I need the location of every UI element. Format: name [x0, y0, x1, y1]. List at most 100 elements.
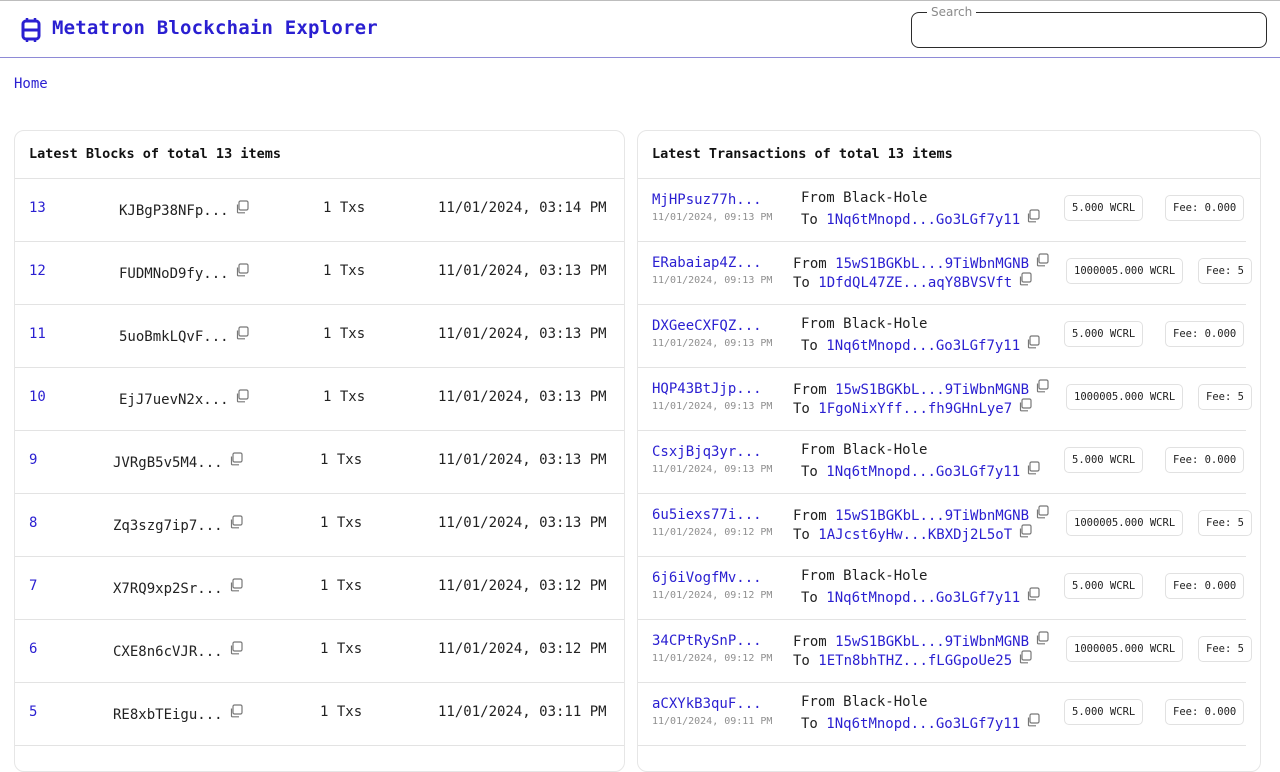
copy-icon[interactable]: [1035, 379, 1049, 393]
block-tx-count: 1 Txs: [320, 578, 363, 594]
fee-badge: Fee: 0.000: [1165, 573, 1245, 599]
transaction-row[interactable]: 34CPtRySnP... 11/01/2024, 09:12 PM From 15…: [638, 620, 1252, 683]
block-number-link[interactable]: 13: [29, 200, 46, 216]
transaction-hash-link[interactable]: 6j6iVogfMv...: [652, 570, 762, 586]
block-number-link[interactable]: 5: [29, 704, 37, 720]
copy-icon[interactable]: [229, 515, 243, 529]
block-number-link[interactable]: 10: [29, 389, 46, 405]
block-number-link[interactable]: 12: [29, 263, 46, 279]
copy-icon[interactable]: [1026, 209, 1040, 223]
copy-icon[interactable]: [1018, 272, 1032, 286]
amount-badge: 5.000 WCRL: [1064, 699, 1144, 725]
copy-icon[interactable]: [1018, 650, 1032, 664]
from-line: From 15wS1BGKbL...9TiWbnMGNB: [793, 253, 1049, 272]
block-hash-text: CXE8n6cVJR...: [113, 644, 223, 660]
latest-transactions-title: Latest Transactions of total 13 items: [652, 146, 953, 162]
copy-icon[interactable]: [1018, 524, 1032, 538]
copy-icon[interactable]: [1035, 253, 1049, 267]
block-timestamp: 11/01/2024, 03:13 PM: [438, 326, 607, 342]
search-box[interactable]: Search: [911, 5, 1267, 48]
transaction-hash-link[interactable]: CsxjBjq3yr...: [652, 444, 762, 460]
block-number-link[interactable]: 11: [29, 326, 46, 342]
block-timestamp: 11/01/2024, 03:14 PM: [438, 200, 607, 216]
search-input[interactable]: [922, 19, 1256, 43]
copy-icon[interactable]: [229, 641, 243, 655]
search-label: Search: [927, 5, 977, 19]
block-tx-count: 1 Txs: [323, 200, 366, 216]
breadcrumb-home[interactable]: Home: [14, 76, 48, 92]
from-address-link[interactable]: 15wS1BGKbL...9TiWbnMGNB: [835, 508, 1029, 524]
to-address-link[interactable]: 1FgoNixYff...fh9GHnLye7: [818, 401, 1012, 417]
transaction-row[interactable]: 6j6iVogfMv... 11/01/2024, 09:12 PM From Bl…: [638, 557, 1246, 620]
transaction-row[interactable]: ERabaiap4Z... 11/01/2024, 09:13 PM From 15…: [638, 242, 1252, 305]
to-address-link[interactable]: 1AJcst6yHw...KBXDj2L5oT: [818, 527, 1012, 543]
amount-badge: 1000005.000 WCRL: [1066, 636, 1184, 662]
copy-icon[interactable]: [1026, 713, 1040, 727]
to-address-link[interactable]: 1Nq6tMnopd...Go3LGf7y11: [826, 590, 1020, 606]
from-label: From: [801, 190, 835, 206]
transaction-hash-link[interactable]: MjHPsuz77h...: [652, 192, 762, 208]
transaction-row[interactable]: DXGeeCXFQZ... 11/01/2024, 09:13 PM From Bl…: [638, 305, 1246, 368]
block-row[interactable]: 10 EjJ7uevN2x... 1 Txs 11/01/2024, 03:13 PM: [15, 368, 624, 431]
transaction-row[interactable]: MjHPsuz77h... 11/01/2024, 09:13 PM From Bl…: [638, 179, 1246, 242]
block-row[interactable]: 9 JVRgB5v5M4... 1 Txs 11/01/2024, 03:13 PM: [15, 431, 624, 494]
copy-icon[interactable]: [1018, 398, 1032, 412]
block-hash-text: FUDMNoD9fy...: [119, 266, 229, 282]
from-label: From: [801, 568, 835, 584]
block-row[interactable]: 12 FUDMNoD9fy... 1 Txs 11/01/2024, 03:13 PM: [15, 242, 624, 305]
block-row[interactable]: 11 5uoBmkLQvF... 1 Txs 11/01/2024, 03:13 PM: [15, 305, 624, 368]
from-address-link[interactable]: 15wS1BGKbL...9TiWbnMGNB: [835, 634, 1029, 650]
to-label: To: [793, 527, 810, 543]
brand-title[interactable]: Metatron Blockchain Explorer: [52, 17, 378, 39]
transaction-row[interactable]: aCXYkB3quF... 11/01/2024, 09:11 PM From Bl…: [638, 683, 1246, 746]
transaction-timestamp: 11/01/2024, 09:13 PM: [652, 464, 773, 475]
block-number-link[interactable]: 6: [29, 641, 37, 657]
to-line: To 1Nq6tMnopd...Go3LGf7y11: [801, 335, 1040, 354]
amount-badge: 5.000 WCRL: [1064, 573, 1144, 599]
block-hash: EjJ7uevN2x...: [119, 389, 249, 408]
block-timestamp: 11/01/2024, 03:12 PM: [438, 641, 607, 657]
blockchain-logo-icon[interactable]: [20, 18, 42, 42]
transaction-hash-link[interactable]: ERabaiap4Z...: [652, 255, 762, 271]
to-line: To 1ETn8bhTHZ...fLGGpoUe25: [793, 650, 1032, 669]
to-address-link[interactable]: 1Nq6tMnopd...Go3LGf7y11: [826, 338, 1020, 354]
block-number-link[interactable]: 9: [29, 452, 37, 468]
copy-icon[interactable]: [1026, 587, 1040, 601]
copy-icon[interactable]: [229, 578, 243, 592]
copy-icon[interactable]: [1026, 461, 1040, 475]
copy-icon[interactable]: [235, 263, 249, 277]
copy-icon[interactable]: [235, 200, 249, 214]
copy-icon[interactable]: [1035, 631, 1049, 645]
transaction-hash-link[interactable]: DXGeeCXFQZ...: [652, 318, 762, 334]
to-address-link[interactable]: 1DfdQL47ZE...aqY8BVSVft: [818, 275, 1012, 291]
copy-icon[interactable]: [1026, 335, 1040, 349]
from-address-link[interactable]: 15wS1BGKbL...9TiWbnMGNB: [835, 256, 1029, 272]
transaction-row[interactable]: 6u5iexs77i... 11/01/2024, 09:12 PM From 15…: [638, 494, 1252, 557]
transaction-timestamp: 11/01/2024, 09:11 PM: [652, 716, 773, 727]
transaction-row[interactable]: HQP43BtJjp... 11/01/2024, 09:13 PM From 15…: [638, 368, 1252, 431]
to-address-link[interactable]: 1Nq6tMnopd...Go3LGf7y11: [826, 464, 1020, 480]
transaction-hash-link[interactable]: 34CPtRySnP...: [652, 633, 762, 649]
transaction-row[interactable]: CsxjBjq3yr... 11/01/2024, 09:13 PM From Bl…: [638, 431, 1246, 494]
copy-icon[interactable]: [229, 704, 243, 718]
copy-icon[interactable]: [235, 326, 249, 340]
copy-icon[interactable]: [235, 389, 249, 403]
block-number-link[interactable]: 7: [29, 578, 37, 594]
block-row[interactable]: 13 KJBgP38NFp... 1 Txs 11/01/2024, 03:14 PM: [15, 179, 624, 242]
transaction-hash-link[interactable]: aCXYkB3quF...: [652, 696, 762, 712]
transaction-hash-link[interactable]: 6u5iexs77i...: [652, 507, 762, 523]
transaction-timestamp: 11/01/2024, 09:12 PM: [652, 590, 773, 601]
block-row[interactable]: 5 RE8xbTEigu... 1 Txs 11/01/2024, 03:11 PM: [15, 683, 624, 746]
block-row[interactable]: 8 Zq3szg7ip7... 1 Txs 11/01/2024, 03:13 PM: [15, 494, 624, 557]
transaction-hash-link[interactable]: HQP43BtJjp...: [652, 381, 762, 397]
block-number-link[interactable]: 8: [29, 515, 37, 531]
to-address-link[interactable]: 1Nq6tMnopd...Go3LGf7y11: [826, 212, 1020, 228]
transaction-timestamp: 11/01/2024, 09:13 PM: [652, 212, 773, 223]
from-address-link[interactable]: 15wS1BGKbL...9TiWbnMGNB: [835, 382, 1029, 398]
block-row[interactable]: 7 X7RQ9xp2Sr... 1 Txs 11/01/2024, 03:12 PM: [15, 557, 624, 620]
to-address-link[interactable]: 1ETn8bhTHZ...fLGGpoUe25: [818, 653, 1012, 669]
block-row[interactable]: 6 CXE8n6cVJR... 1 Txs 11/01/2024, 03:12 PM: [15, 620, 624, 683]
copy-icon[interactable]: [1035, 505, 1049, 519]
copy-icon[interactable]: [229, 452, 243, 466]
amount-badge: 1000005.000 WCRL: [1066, 510, 1184, 536]
